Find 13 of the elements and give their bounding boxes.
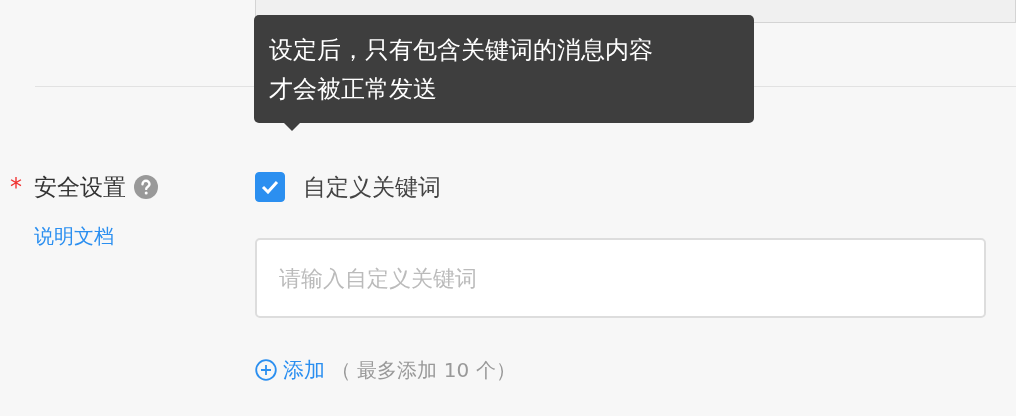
keyword-input[interactable]: 请输入自定义关键词: [255, 238, 986, 318]
help-icon[interactable]: [134, 175, 158, 199]
add-limit-note: （ 最多添加 10 个）: [331, 356, 516, 384]
plus-circle-icon: [255, 359, 277, 381]
checkbox-label: 自定义关键词: [303, 172, 441, 202]
add-button[interactable]: 添加: [255, 356, 325, 384]
field-label: 安全设置: [34, 172, 126, 202]
tooltip-text: 设定后，只有包含关键词的消息内容: [269, 35, 654, 66]
checkbox[interactable]: [255, 172, 285, 202]
tooltip-text: 才会被正常发送: [269, 74, 438, 105]
check-icon: [261, 180, 279, 194]
doc-link[interactable]: 说明文档: [34, 223, 114, 250]
required-mark: *: [10, 173, 23, 201]
